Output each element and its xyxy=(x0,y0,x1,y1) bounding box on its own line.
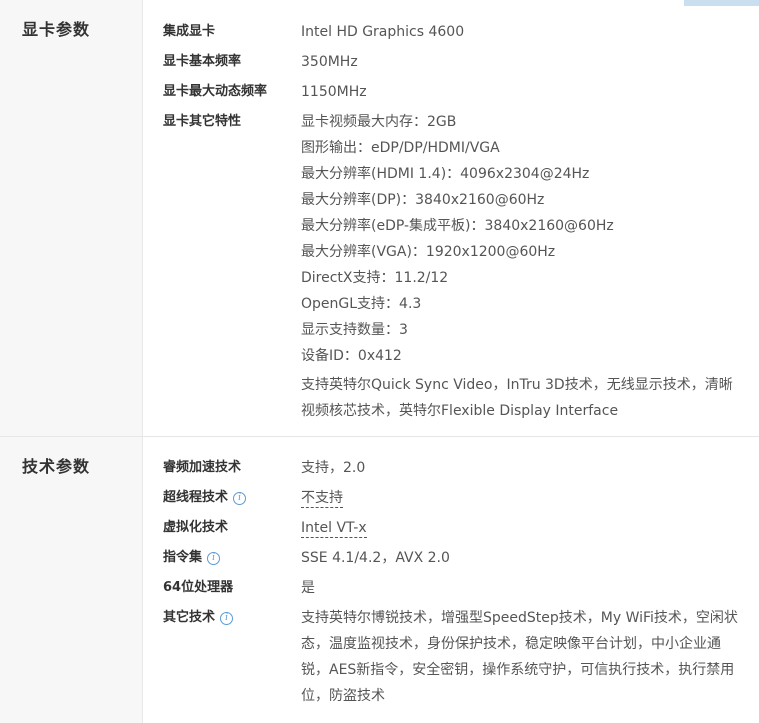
feature-line: DirectX支持：11.2/12 xyxy=(301,270,449,286)
feature-line: 设备ID：0x412 xyxy=(301,348,402,364)
spec-label: 显卡最大动态频率 xyxy=(163,84,268,99)
feature-line: 图形输出：eDP/DP/HDMI/VGA xyxy=(301,140,500,156)
spec-value: 不支持 xyxy=(301,488,741,508)
spec-label: 显卡其它特性 xyxy=(163,114,242,129)
feature-line: 最大分辨率(VGA)：1920x1200@60Hz xyxy=(301,244,556,260)
feature-line: 最大分辨率(HDMI 1.4)：4096x2304@24Hz xyxy=(301,166,590,182)
spec-value-link[interactable]: Intel VT-x xyxy=(301,520,367,538)
spec-value: SSE 4.1/4.2，AVX 2.0 xyxy=(301,550,450,566)
spec-value: Intel HD Graphics 4600 xyxy=(301,24,465,40)
feature-line: OpenGL支持：4.3 xyxy=(301,296,422,312)
feature-line: 最大分辨率(eDP-集成平板)：3840x2160@60Hz xyxy=(301,218,614,234)
spec-value: 350MHz xyxy=(301,54,358,70)
spec-label: 虚拟化技术 xyxy=(163,520,229,535)
spec-value-multiline: 显卡视频最大内存：2GB 图形输出：eDP/DP/HDMI/VGA 最大分辨率(… xyxy=(301,112,741,424)
spec-value-paragraph: 支持英特尔博锐技术，增强型SpeedStep技术，My WiFi技术，空闲状态，… xyxy=(301,610,738,704)
spec-label: 显卡基本频率 xyxy=(163,54,242,69)
spec-label-with-info: 超线程技术 i xyxy=(163,488,247,508)
section-header-cell: 显卡参数 xyxy=(0,0,143,436)
spec-label-with-info: 指令集 i xyxy=(163,548,221,568)
info-icon[interactable]: i xyxy=(233,492,247,505)
section-title: 技术参数 xyxy=(22,457,91,476)
spec-value: Intel VT-x xyxy=(301,518,741,538)
spec-value: 是 xyxy=(301,580,315,596)
info-icon[interactable]: i xyxy=(207,552,221,565)
spec-label-with-info: 其它技术 i xyxy=(163,608,234,628)
feature-paragraph: 支持英特尔Quick Sync Video，InTru 3D技术，无线显示技术，… xyxy=(301,377,733,419)
info-icon[interactable]: i xyxy=(220,612,234,625)
section-header-cell: 技术参数 xyxy=(0,437,143,723)
spec-label-text: 超线程技术 xyxy=(163,490,229,505)
spec-value-link[interactable]: 不支持 xyxy=(301,490,343,508)
spec-label-text: 指令集 xyxy=(163,550,203,565)
spec-label-text: 其它技术 xyxy=(163,610,216,625)
section-graphics-params: 显卡参数 集成显卡 Intel HD Graphics 4600 显卡基本频率 … xyxy=(0,0,759,436)
section-tech-params: 技术参数 睿频加速技术 支持，2.0 超线程技术 i 不支持 虚拟化技术 Inte… xyxy=(0,436,759,723)
feature-line: 显卡视频最大内存：2GB xyxy=(301,114,457,130)
spec-value: 1150MHz xyxy=(301,84,367,100)
spec-label: 睿频加速技术 xyxy=(163,460,242,475)
feature-line: 显示支持数量：3 xyxy=(301,322,408,338)
feature-line: 最大分辨率(DP)：3840x2160@60Hz xyxy=(301,192,545,208)
spec-label: 64位处理器 xyxy=(163,580,234,595)
section-title: 显卡参数 xyxy=(22,20,91,39)
spec-label: 集成显卡 xyxy=(163,24,216,39)
spec-value: 支持，2.0 xyxy=(301,460,366,476)
